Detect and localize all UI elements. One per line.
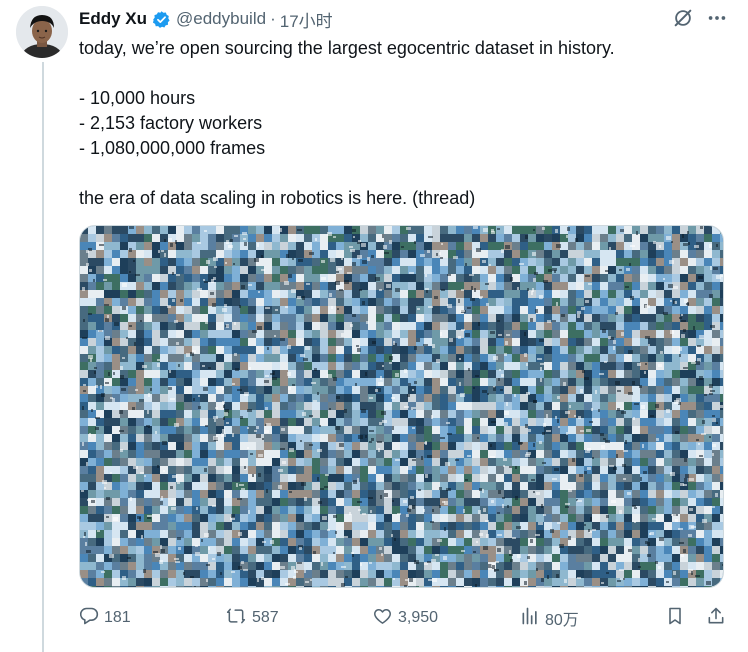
tweet-line: - 2,153 factory workers xyxy=(79,113,263,133)
repost-icon xyxy=(225,606,247,631)
tweet-header: Eddy Xu @eddybuild · 17小时 xyxy=(79,7,333,32)
tweet-line: - 1,080,000,000 frames xyxy=(79,138,266,158)
share-button[interactable] xyxy=(706,604,726,632)
grok-icon[interactable] xyxy=(672,7,694,29)
verified-badge-icon xyxy=(152,10,171,29)
repost-count: 587 xyxy=(252,609,279,626)
bookmark-icon xyxy=(665,606,685,631)
separator-dot: · xyxy=(270,9,276,28)
like-icon xyxy=(372,606,393,631)
timestamp[interactable]: 17小时 xyxy=(280,7,333,32)
share-icon xyxy=(706,606,726,631)
more-icon[interactable] xyxy=(706,7,728,29)
tweet-top-actions xyxy=(672,7,728,29)
avatar[interactable] xyxy=(16,6,68,58)
mosaic-image xyxy=(80,226,723,587)
tweet-image-mosaic[interactable] xyxy=(79,225,724,588)
view-count: 80万 xyxy=(545,612,579,629)
reply-icon xyxy=(79,606,99,631)
author-name[interactable]: Eddy Xu xyxy=(79,9,147,29)
views-button[interactable]: 80万 xyxy=(520,604,579,632)
repost-button[interactable]: 587 xyxy=(225,604,279,632)
author-handle[interactable]: @eddybuild xyxy=(176,9,266,29)
tweet-line: today, we’re open sourcing the largest e… xyxy=(79,38,615,58)
engagement-bar: 181 587 3,950 80万 xyxy=(79,604,729,632)
tweet-line: - 10,000 hours xyxy=(79,88,196,108)
like-button[interactable]: 3,950 xyxy=(372,604,438,632)
reply-button[interactable]: 181 xyxy=(79,604,131,632)
thread-connector-line xyxy=(42,62,44,652)
tweet-text: today, we’re open sourcing the largest e… xyxy=(79,36,729,211)
bookmark-button[interactable] xyxy=(665,604,685,632)
like-count: 3,950 xyxy=(398,609,439,626)
views-icon xyxy=(520,606,540,631)
tweet-line: the era of data scaling in robotics is h… xyxy=(79,188,476,208)
reply-count: 181 xyxy=(104,609,131,626)
